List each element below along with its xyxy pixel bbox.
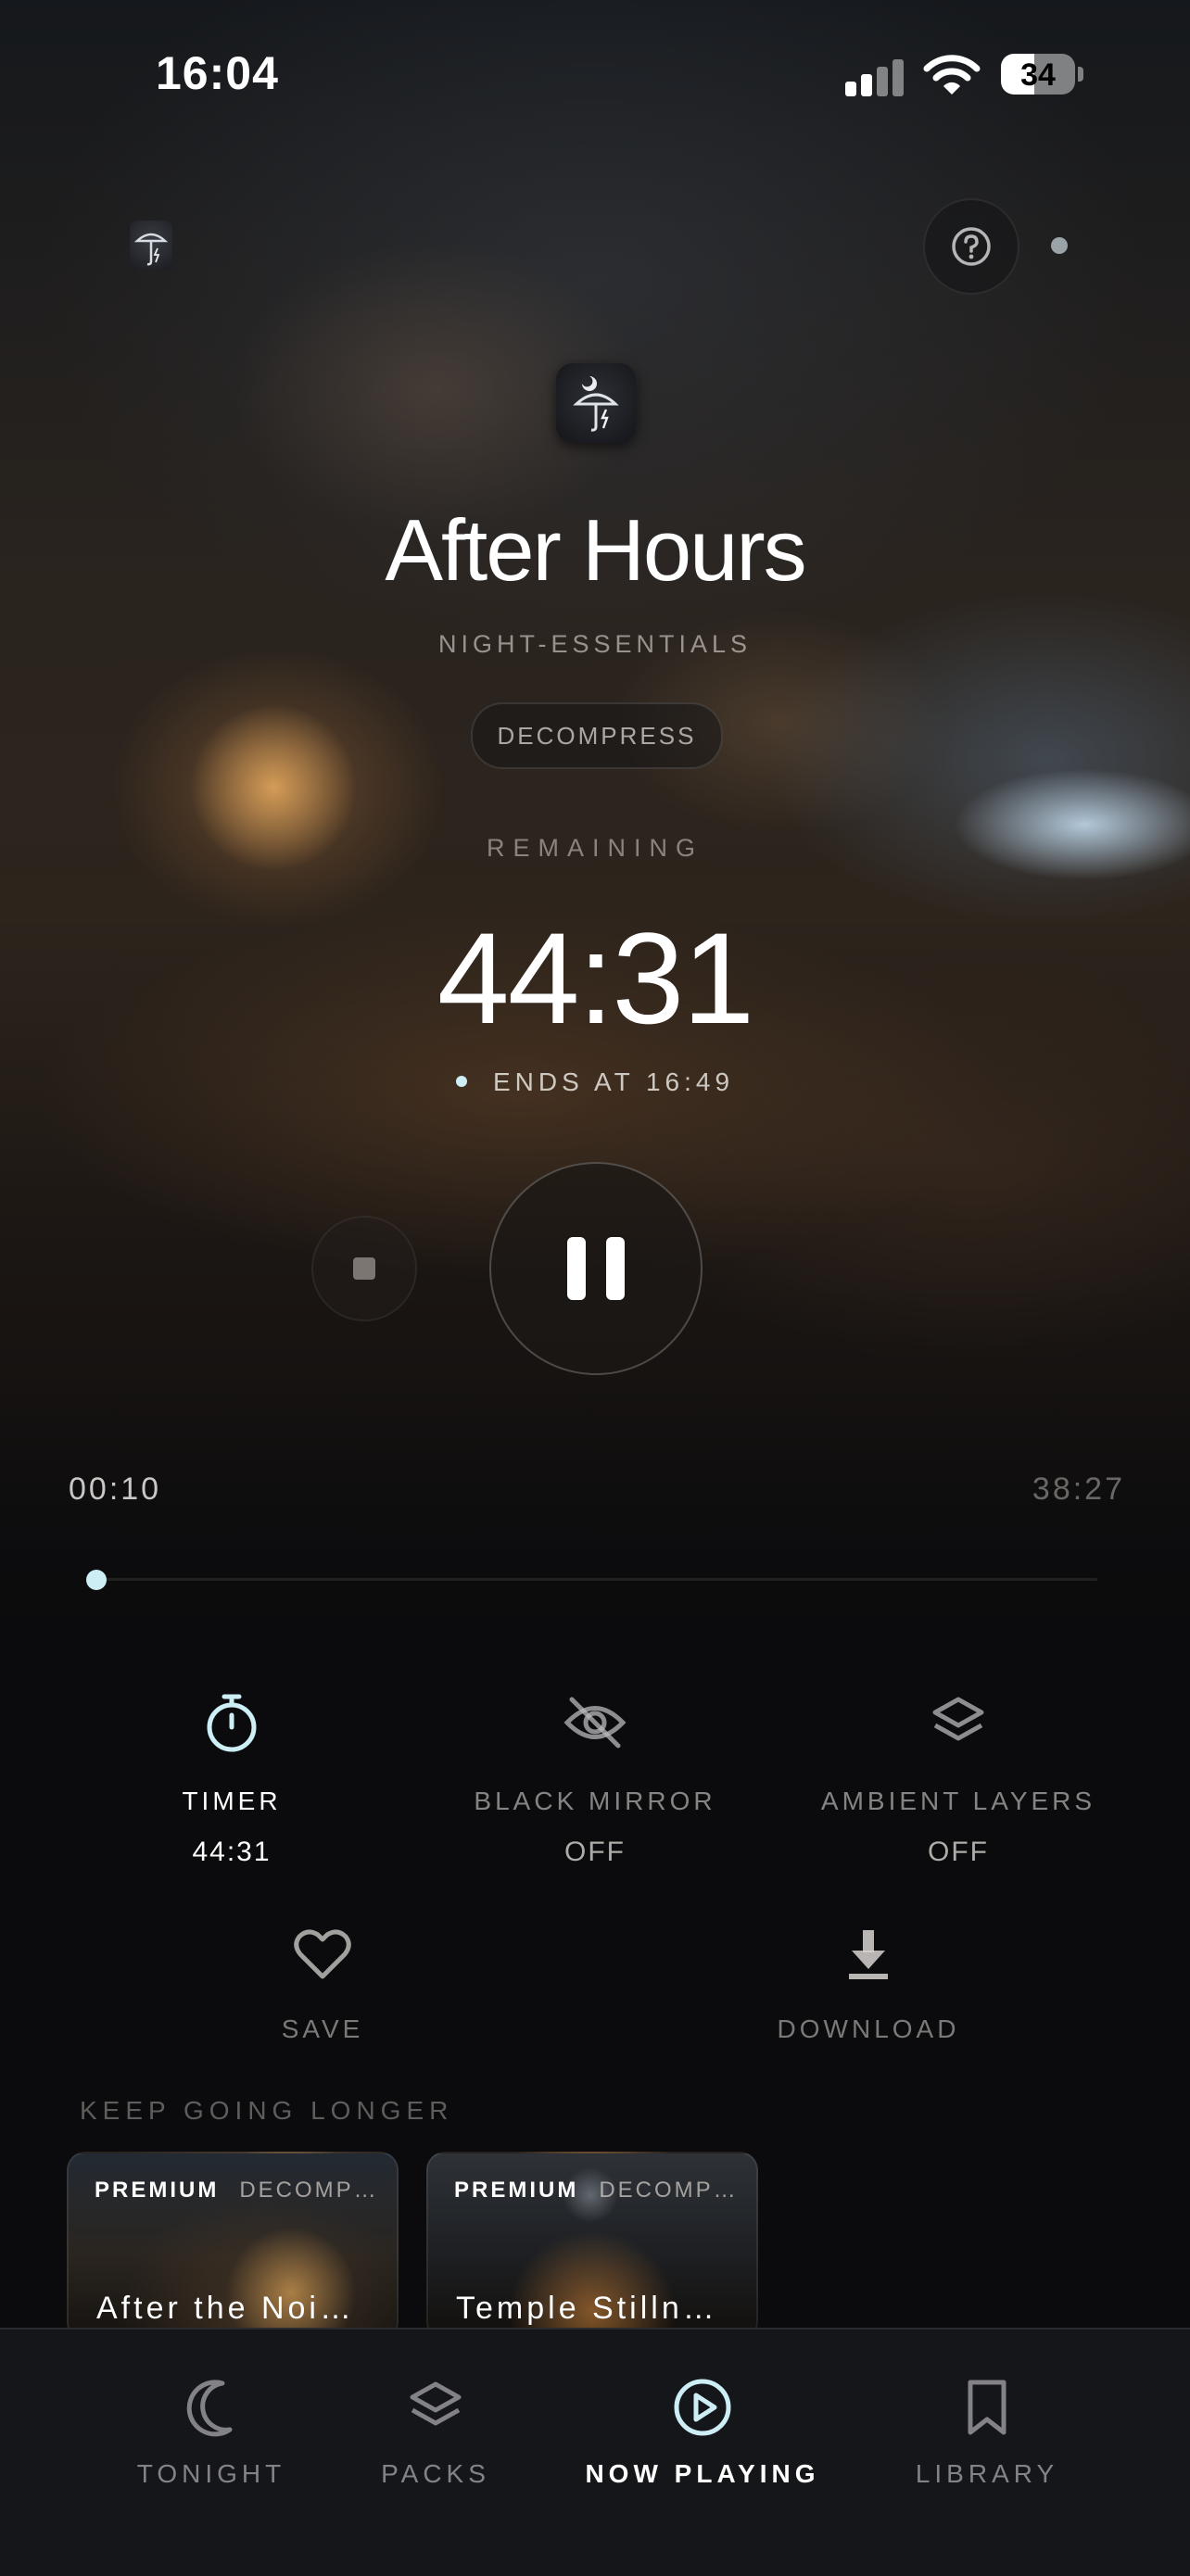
card-title: After the Noi…	[96, 2291, 355, 2326]
tab-label: NOW PLAYING	[585, 2459, 820, 2488]
tab-label: PACKS	[381, 2459, 490, 2488]
card-mood: DECOMP…	[599, 2178, 739, 2203]
layers-icon	[410, 2381, 462, 2426]
ambient-layers-value: OFF	[928, 1837, 989, 1867]
question-circle-icon	[952, 227, 991, 266]
ambient-layers-label: AMBIENT LAYERS	[820, 1787, 1096, 1815]
remaining-label: REMAINING	[486, 834, 703, 862]
download-icon	[849, 1930, 888, 1979]
download-label: DOWNLOAD	[777, 2014, 960, 2043]
recommendation-card[interactable]: PREMIUM DECOMP… After the Noi…	[67, 2152, 399, 2341]
play-circle-icon	[674, 2379, 731, 2436]
session-title: After Hours	[385, 501, 806, 599]
timer-label: TIMER	[182, 1787, 282, 1815]
status-dot	[1051, 237, 1068, 254]
layers-icon	[932, 1697, 984, 1741]
timer-control[interactable]: TIMER 44:31	[50, 1690, 413, 1868]
premium-badge: PREMIUM	[454, 2178, 579, 2203]
pack-artwork-icon	[556, 363, 636, 443]
download-button[interactable]: DOWNLOAD	[729, 1922, 1007, 2044]
tab-library[interactable]: LIBRARY	[890, 2374, 1084, 2489]
stop-icon	[353, 1257, 375, 1280]
section-keep-going-longer: KEEP GOING LONGER	[80, 2096, 454, 2125]
mood-badge[interactable]: DECOMPRESS	[471, 702, 723, 769]
countdown-timer: 44:31	[437, 905, 754, 1051]
heart-icon	[294, 1929, 351, 1979]
moon-icon	[186, 2380, 233, 2437]
tab-now-playing[interactable]: NOW PLAYING	[575, 2374, 830, 2489]
battery-icon: 34	[1001, 54, 1084, 96]
black-mirror-value: OFF	[564, 1837, 626, 1867]
save-label: SAVE	[281, 2014, 364, 2043]
pause-button[interactable]	[489, 1162, 703, 1375]
tab-label: TONIGHT	[136, 2459, 286, 2488]
eye-off-icon	[563, 1697, 627, 1749]
ends-at-text: ENDS AT 16:49	[492, 1067, 735, 1096]
cellular-signal-icon	[845, 57, 905, 96]
black-mirror-label: BLACK MIRROR	[474, 1787, 716, 1815]
pause-icon-bar-left	[567, 1237, 586, 1300]
tab-label: LIBRARY	[915, 2459, 1059, 2488]
ends-at-dot-icon	[455, 1075, 467, 1087]
pause-icon-bar-right	[606, 1237, 625, 1300]
progress-track[interactable]	[93, 1578, 1097, 1581]
battery-level: 34	[1020, 57, 1056, 93]
stopwatch-icon	[207, 1694, 257, 1752]
elapsed-time: 00:10	[69, 1471, 162, 1507]
timer-value: 44:31	[192, 1837, 272, 1867]
card-title: Temple Stilln…	[456, 2291, 718, 2326]
pack-name: NIGHT-ESSENTIALS	[437, 630, 753, 658]
ambient-layers-control[interactable]: AMBIENT LAYERS OFF	[777, 1690, 1140, 1868]
premium-badge: PREMIUM	[95, 2178, 220, 2203]
save-button[interactable]: SAVE	[184, 1922, 462, 2044]
tab-packs[interactable]: PACKS	[343, 2374, 528, 2489]
recommendation-card[interactable]: PREMIUM DECOMP… Temple Stilln…	[426, 2152, 758, 2341]
ends-at: ENDS AT 16:49	[0, 1067, 1190, 1097]
total-time: 38:27	[1032, 1471, 1125, 1507]
stop-button[interactable]	[311, 1216, 417, 1321]
status-time: 16:04	[156, 47, 279, 99]
help-button[interactable]	[923, 198, 1019, 295]
tab-tonight[interactable]: TONIGHT	[119, 2374, 304, 2489]
card-mood: DECOMP…	[239, 2178, 379, 2203]
bookmark-icon	[968, 2380, 1006, 2435]
wifi-icon	[923, 54, 981, 96]
app-logo-icon[interactable]	[130, 221, 172, 271]
black-mirror-control[interactable]: BLACK MIRROR OFF	[413, 1690, 777, 1868]
